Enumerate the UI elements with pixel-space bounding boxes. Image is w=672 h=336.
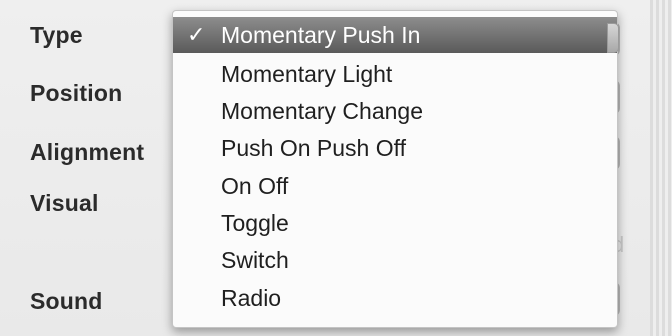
alignment-label: Alignment — [30, 139, 145, 165]
menu-item-label: Toggle — [221, 210, 289, 236]
window-edge — [650, 0, 672, 336]
sound-label: Sound — [30, 288, 103, 314]
type-popup-menu[interactable]: ✓ Momentary Push In Momentary Light Mome… — [172, 10, 619, 328]
menu-item-label: Momentary Light — [221, 61, 393, 87]
menu-item-label: On Off — [221, 173, 289, 199]
menu-item-label: Push On Push Off — [221, 135, 406, 161]
menu-item-push-on-push-off[interactable]: Push On Push Off — [173, 131, 617, 165]
inspector-panel: Type Position Alignment Visual Sound t d… — [0, 0, 672, 336]
menu-item-radio[interactable]: Radio — [173, 281, 617, 315]
menu-item-momentary-light[interactable]: Momentary Light — [173, 57, 617, 91]
menu-item-label: Switch — [221, 247, 289, 273]
menu-item-label: Radio — [221, 285, 282, 311]
menu-item-toggle[interactable]: Toggle — [173, 206, 617, 240]
menu-item-label: Momentary Change — [221, 98, 423, 124]
popup-arrow-icon — [607, 23, 619, 53]
type-label: Type — [30, 22, 83, 48]
checkmark-icon: ✓ — [187, 22, 206, 47]
menu-item-momentary-push-in[interactable]: ✓ Momentary Push In — [173, 17, 617, 53]
menu-item-momentary-change[interactable]: Momentary Change — [173, 94, 617, 128]
position-label: Position — [30, 80, 123, 106]
menu-item-label: Momentary Push In — [221, 22, 421, 48]
visual-label: Visual — [30, 190, 99, 216]
menu-item-switch[interactable]: Switch — [173, 243, 617, 277]
menu-item-on-off[interactable]: On Off — [173, 169, 617, 203]
